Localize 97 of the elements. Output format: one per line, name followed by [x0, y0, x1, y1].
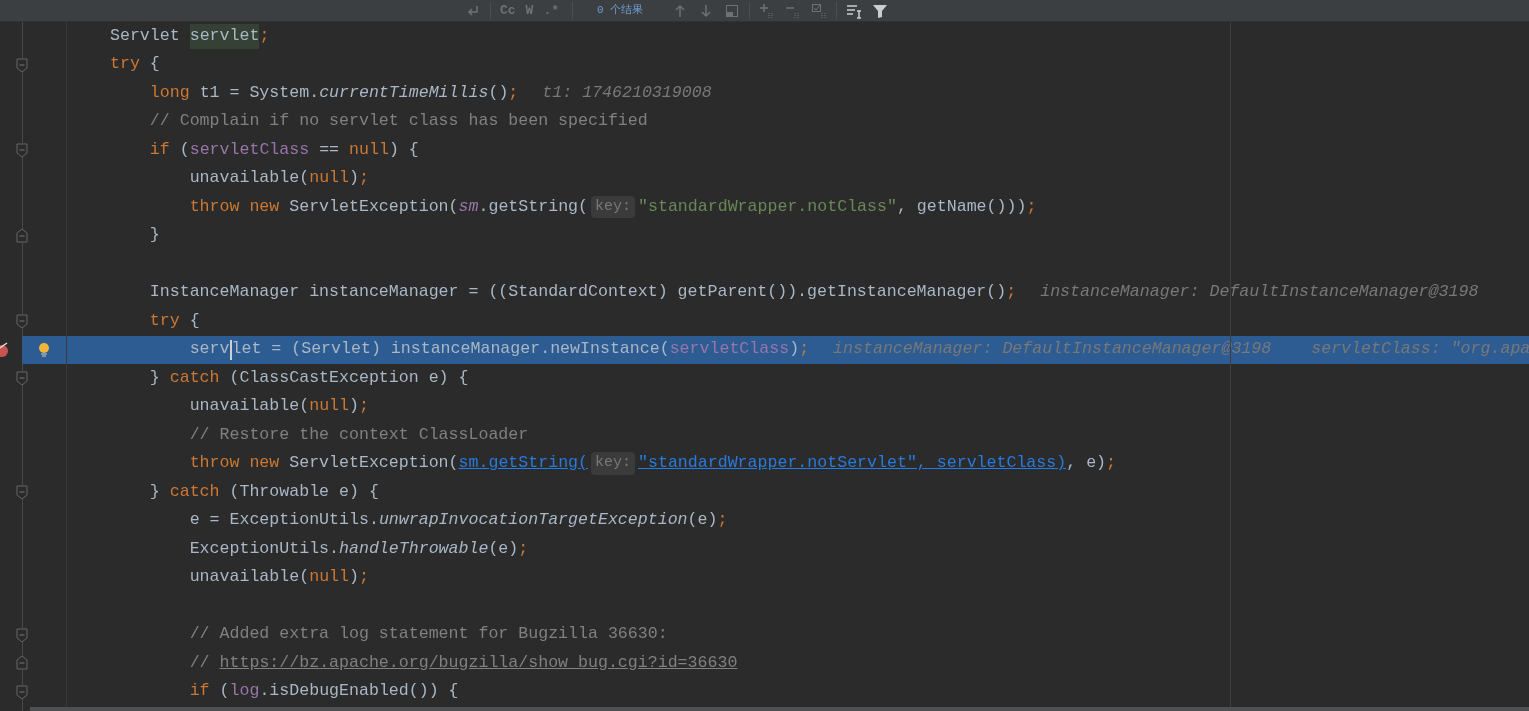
lightbulb-icon[interactable]	[38, 341, 50, 358]
code-text: }	[148, 224, 160, 247]
code-text: (ClassCastException e) {	[229, 366, 469, 389]
keyword: null	[309, 566, 349, 589]
code-link[interactable]: "standardWrapper.notServlet", servletClass)	[638, 451, 1067, 477]
inline-debug-value: t1: 1746210319008	[542, 81, 712, 104]
inline-debug-value: servletClass: "org.apa	[1311, 338, 1529, 361]
inline-debug-value: instanceManager: DefaultInstanceManager@3198	[1040, 281, 1479, 304]
code-text: .isDebugEnabled()) {	[259, 680, 459, 703]
keyword: catch	[169, 366, 221, 389]
keyword: throw new	[188, 452, 281, 475]
static-method: unwrapInvocationTargetException	[378, 509, 688, 532]
semicolon: ;	[359, 566, 369, 589]
semicolon: ;	[799, 338, 810, 361]
fold-close-icon[interactable]	[16, 656, 28, 670]
semicolon: ;	[518, 537, 529, 560]
code-text: ) {	[388, 138, 419, 161]
code-text: {	[149, 53, 160, 76]
code-link[interactable]: sm.getString(	[458, 451, 588, 477]
keyword: long	[148, 81, 191, 104]
code-text: (e)	[488, 537, 519, 560]
keyword: null	[349, 138, 389, 161]
fold-close-icon[interactable]	[16, 228, 28, 243]
code-text: }	[148, 480, 161, 503]
comment: // Complain if no servlet class has been specified	[148, 110, 648, 133]
code-text: (	[179, 138, 190, 161]
keyword: try	[110, 53, 141, 76]
add-occurrence-icon	[759, 2, 776, 19]
semicolon: ;	[259, 24, 270, 47]
code-text: )	[349, 167, 359, 190]
code-text: )	[789, 338, 800, 361]
keyword: catch	[169, 480, 221, 503]
static-method: currentTimeMillis	[319, 81, 489, 104]
keyword: if	[188, 680, 211, 703]
code-text: }	[148, 366, 161, 389]
breakpoint-icon[interactable]	[0, 341, 10, 358]
text-lines-icon	[846, 2, 863, 19]
code-text: unavailable(	[188, 395, 310, 418]
code-text: )	[349, 566, 359, 589]
semicolon: ;	[1026, 195, 1037, 218]
field-name: servletClass	[669, 338, 790, 361]
comment-link[interactable]: https://bz.apache.org/bugzilla/show_bug.cgi?id=36630	[219, 650, 738, 676]
keyword: null	[309, 395, 349, 418]
code-text: (e)	[687, 509, 718, 532]
static-method: handleThrowable	[339, 537, 489, 560]
code-text: )	[349, 395, 359, 418]
code-text: ExceptionUtils.	[188, 537, 340, 560]
code-text: InstanceManager instanceManager = ((StandardContext) getParent()).getInstanceManager()	[148, 281, 1007, 304]
semicolon: ;	[359, 395, 369, 418]
code-text: (Throwable e) {	[229, 480, 379, 503]
comment: // Restore the context ClassLoader	[188, 423, 529, 446]
fold-open-icon[interactable]	[16, 627, 28, 642]
static-field: sm	[458, 194, 479, 220]
fold-open-icon[interactable]	[16, 143, 28, 157]
code-text: e = ExceptionUtils.	[188, 509, 379, 532]
code-text: t1 = System.	[199, 81, 320, 104]
fold-open-icon[interactable]	[16, 57, 28, 72]
field-name: log	[229, 680, 260, 703]
fold-open-icon[interactable]	[16, 314, 28, 328]
keyword: null	[309, 167, 349, 190]
semicolon: ;	[717, 509, 728, 532]
fold-open-icon[interactable]	[16, 684, 28, 699]
code-text: ServletException(	[289, 195, 459, 218]
result-count: 0 个结果	[597, 3, 644, 19]
parameter-hint: key:	[591, 452, 635, 475]
semicolon: ;	[1006, 281, 1017, 304]
code-text: (	[219, 680, 230, 703]
comment: //	[188, 651, 211, 674]
horizontal-scrollbar[interactable]	[30, 707, 1529, 711]
semicolon: ;	[359, 167, 369, 190]
filter-icon	[872, 2, 889, 19]
code-text: {	[189, 309, 200, 332]
fold-open-icon[interactable]	[16, 485, 28, 499]
code-text: unavailable(	[188, 566, 310, 589]
code-text: , e)	[1066, 452, 1107, 475]
code-text: , getName()))	[896, 195, 1027, 218]
semicolon: ;	[1106, 452, 1117, 475]
field-name: servletClass	[189, 138, 310, 161]
code-text: ()	[488, 81, 509, 104]
select-all-icon	[811, 2, 828, 19]
code-text: serv	[188, 338, 230, 361]
code-text: let = (Servlet) instanceManager.newInstance(	[231, 338, 670, 361]
fold-open-icon[interactable]	[16, 371, 28, 385]
window-icon	[724, 2, 741, 19]
code-text: Servlet	[110, 24, 181, 47]
code-text: unavailable(	[188, 167, 310, 190]
keyword: if	[148, 138, 171, 161]
keyword: try	[148, 309, 181, 332]
keyword: throw new	[188, 195, 281, 218]
highlighted-identifier: servlet	[189, 23, 260, 49]
string-literal: "standardWrapper.notClass"	[638, 195, 897, 218]
code-text: .getString(	[478, 195, 588, 218]
semicolon: ;	[508, 81, 519, 104]
parameter-hint: key:	[591, 196, 636, 219]
comment: // Added extra log statement for Bugzilla 36630:	[188, 623, 668, 646]
code-text: ==	[318, 138, 341, 161]
code-text: ServletException(	[289, 452, 459, 475]
